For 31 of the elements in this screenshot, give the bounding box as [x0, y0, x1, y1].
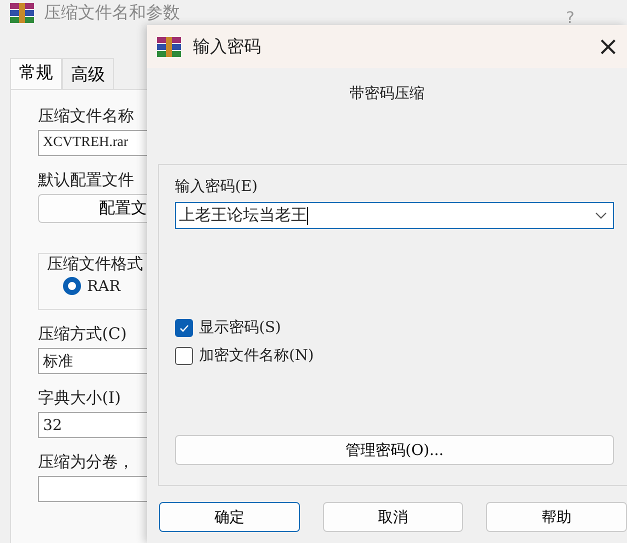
tab[interactable]: 常规 [10, 58, 62, 89]
checkbox[interactable] [175, 346, 193, 364]
chevron-down-icon [595, 212, 607, 220]
input-field[interactable]: XCVTREH.rar [38, 130, 147, 156]
input-field[interactable] [38, 476, 147, 502]
field-label: 压缩方式(C) [38, 324, 128, 345]
manage-passwords-button[interactable]: 管理密码(O)... [175, 435, 614, 465]
checkbox-label: 加密文件名称(N) [199, 346, 314, 365]
window-title: 压缩文件名和参数 [44, 2, 180, 24]
field-label: 压缩为分卷， [38, 452, 135, 473]
field-label: 默认配置文件 [38, 170, 135, 191]
archive-icon [157, 36, 181, 56]
password-label: 输入密码(E) [175, 177, 258, 196]
radio-label: RAR [87, 277, 120, 295]
close-button[interactable]: × [589, 32, 627, 62]
tab[interactable]: 高级 [62, 58, 114, 89]
dialog-title: 输入密码 [193, 36, 262, 58]
field-label: 压缩文件名称 [38, 106, 135, 127]
dialog-button[interactable]: 帮助 [486, 502, 627, 532]
checkbox-label: 显示密码(S) [199, 318, 281, 337]
dropdown-field[interactable]: 32 [38, 412, 147, 438]
profile-button[interactable]: 配置文 [38, 194, 147, 223]
radio-button[interactable] [63, 277, 81, 295]
archive-icon [10, 2, 34, 22]
dropdown-field[interactable]: 标准 [38, 348, 147, 374]
dialog-button[interactable]: 取消 [322, 502, 464, 532]
dialog-button[interactable]: 确定 [159, 502, 300, 532]
dialog-heading: 带密码压缩 [350, 84, 424, 104]
password-field[interactable]: 上老王论坛当老王 [175, 202, 614, 229]
field-label: 字典大小(I) [38, 388, 122, 409]
checkbox[interactable] [175, 318, 193, 336]
